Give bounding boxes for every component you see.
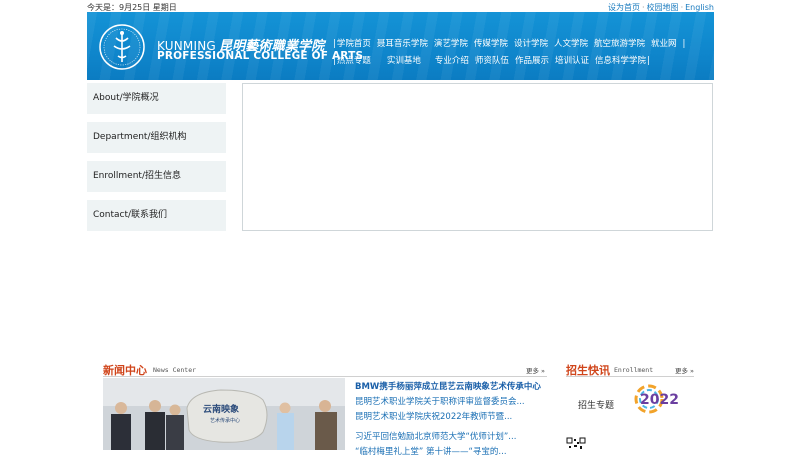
nav-item-faculty[interactable]: 师资队伍 [475, 56, 509, 66]
top-bar: 今天是：9月25日 星期日 设为首页 · 校园地图 · English [87, 0, 714, 12]
sidebar-item-about[interactable]: About/学院概况 [87, 83, 226, 114]
nav-item-topics[interactable]: 热点专题 [337, 56, 371, 66]
nav-item-certification[interactable]: 培训认证 [555, 56, 589, 66]
enrollment-title: 招生快讯 [566, 364, 610, 377]
sidebar-item-enrollment[interactable]: Enrollment/招生信息 [87, 161, 226, 192]
site-header: KUNMING 昆明藝術職業学院 PROFESSIONAL COLLEGE OF … [87, 12, 714, 80]
photo-stone-text: 云南映象 [203, 403, 239, 415]
news-item[interactable]: 昆明艺术职业学院关于职称评审监督委员会... [355, 395, 525, 407]
nav-item-performing[interactable]: 演艺学院 [434, 39, 468, 49]
double-chevron-icon: » [541, 367, 545, 375]
nav-item-home[interactable]: 学院首页 [337, 39, 371, 49]
sidebar-item-department[interactable]: Department/组织机构 [87, 122, 226, 153]
enrollment-banner-text: 招生专题 [578, 401, 615, 411]
nav-item-works[interactable]: 作品展示 [515, 56, 549, 66]
news-item[interactable]: 习近平回信勉励北京师范大学“优师计划”... [355, 430, 516, 442]
qr-code-icon [566, 437, 586, 450]
main-content-panel [242, 83, 713, 231]
nav-item-aviation[interactable]: 航空旅游学院 [594, 39, 645, 49]
news-item[interactable]: 昆明艺术职业学院庆祝2022年教师节暨... [355, 410, 512, 422]
nav-item-jobs[interactable]: 就业网 [651, 39, 677, 49]
separator: · [680, 3, 684, 12]
enrollment-subtitle: Enrollment [614, 366, 654, 374]
sidebar-item-contact[interactable]: Contact/联系我们 [87, 200, 226, 231]
news-item[interactable]: BMW携手杨丽萍成立昆艺云南映象艺术传承中心 [355, 380, 541, 392]
photo-stone-subtext: 艺术传承中心 [210, 417, 240, 424]
enrollment-more-link[interactable]: 更多 » [675, 365, 694, 375]
double-chevron-icon: » [690, 367, 694, 375]
nav-item-info-science[interactable]: 信息科学学院 [595, 56, 646, 66]
enrollment-header: 招生快讯 Enrollment 更多 » [566, 362, 694, 377]
set-homepage-link[interactable]: 设为首页 [608, 3, 640, 12]
enrollment-banner-year: 2022 [640, 392, 679, 408]
campus-map-link[interactable]: 校园地图 [647, 3, 679, 12]
news-subtitle: News Center [153, 366, 197, 374]
news-title: 新闻中心 [103, 364, 147, 377]
nav-item-nie-er-music[interactable]: 聂耳音乐学院 [377, 39, 428, 49]
main-nav-row2: |热点专题 实训基地 专业介绍 师资队伍 作品展示 培训认证 信息科学学院| [333, 56, 650, 66]
news-item[interactable]: “临村梅里礼上堂” 第十讲——“寻宝的... [355, 445, 507, 457]
separator: · [642, 3, 645, 12]
nav-item-humanities[interactable]: 人文学院 [554, 39, 588, 49]
college-emblem-icon[interactable] [97, 22, 147, 72]
nav-item-majors[interactable]: 专业介绍 [435, 56, 469, 66]
nav-item-design[interactable]: 设计学院 [514, 39, 548, 49]
news-more-link[interactable]: 更多 » [526, 365, 545, 375]
main-nav-row1: |学院首页 聂耳音乐学院 演艺学院 传媒学院 设计学院 人文学院 航空旅游学院 就业网 | [333, 39, 686, 49]
enrollment-banner[interactable]: 招生专题 2022 [566, 378, 694, 433]
news-photo[interactable]: 云南映象 艺术传承中心 [103, 378, 345, 450]
nav-item-media[interactable]: 传媒学院 [474, 39, 508, 49]
nav-item-training-base[interactable]: 实训基地 [387, 56, 421, 66]
english-link[interactable]: English [685, 3, 714, 12]
news-header: 新闻中心 News Center 更多 » [103, 362, 547, 377]
